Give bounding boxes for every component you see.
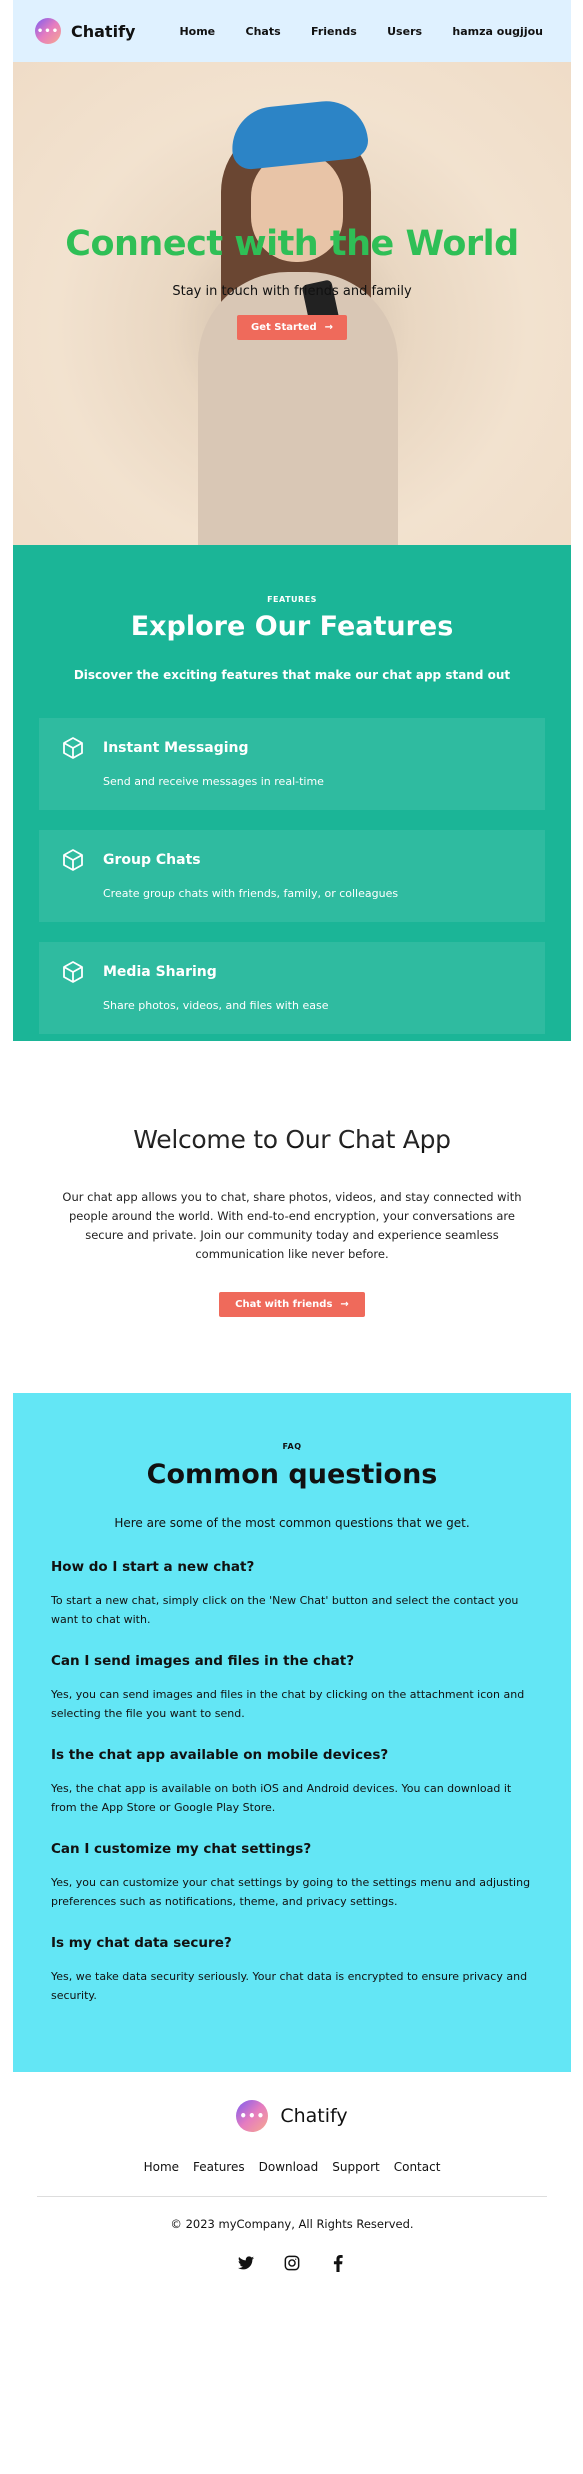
feature-desc: Send and receive messages in real-time [103, 775, 324, 788]
footer-link-download[interactable]: Download [259, 2160, 319, 2174]
features-lead: Discover the exciting features that make… [73, 668, 511, 682]
feature-card: Custom Emojis Express yourself with a wi… [39, 1054, 545, 1146]
brand-name: Chatify [71, 21, 136, 41]
footer-link-contact[interactable]: Contact [394, 2160, 441, 2174]
footer: ••• Chatify Home Features Download Suppo… [13, 2072, 571, 2295]
feature-desc: Express yourself with a wide range of cu… [103, 1111, 394, 1124]
chat-bubble-logo-icon: ••• [236, 2100, 269, 2132]
faq-item: Is the chat app available on mobile devi… [51, 1747, 533, 1817]
features-list: Instant Messaging Send and receive messa… [13, 718, 571, 1146]
faq-answer: To start a new chat, simply click on the… [51, 1594, 519, 1626]
instagram-icon[interactable] [284, 2255, 300, 2271]
nav-friends[interactable]: Friends [311, 25, 357, 38]
faq-section: FAQ Common questions Here are some of th… [13, 1393, 571, 2072]
faq-question: Can I customize my chat settings? [51, 1841, 312, 1857]
copyright: © 2023 myCompany, All Rights Reserved. [170, 2217, 414, 2231]
twitter-icon[interactable] [238, 2255, 254, 2271]
hero-subtitle: Stay in touch with friends and family [172, 284, 412, 299]
top-navbar: ••• Chatify Home Chats Friends Users ham… [13, 0, 571, 62]
feature-title: Media Sharing [103, 964, 217, 980]
footer-links: Home Features Download Support Contact [13, 2160, 571, 2174]
feature-card: Media Sharing Share photos, videos, and … [39, 942, 545, 1034]
faq-question: Can I send images and files in the chat? [51, 1653, 355, 1669]
chat-with-friends-label: Chat with friends [235, 1299, 333, 1310]
faq-item: Can I customize my chat settings? Yes, y… [51, 1841, 533, 1911]
feature-card: Group Chats Create group chats with frie… [39, 830, 545, 922]
get-started-label: Get Started [250, 322, 317, 333]
page: ••• Chatify Home Chats Friends Users ham… [0, 0, 583, 2295]
hero-content: Connect with the World Stay in touch wit… [13, 224, 571, 340]
features-title: Explore Our Features [130, 611, 454, 642]
faq-question: Is the chat app available on mobile devi… [51, 1747, 389, 1763]
footer-brand[interactable]: ••• Chatify [236, 2100, 348, 2132]
faq-answer: Yes, you can send images and files in th… [51, 1688, 525, 1720]
get-started-button[interactable]: Get Started → [236, 315, 348, 340]
feature-title: Custom Emojis [103, 1076, 220, 1092]
nav-home[interactable]: Home [179, 25, 215, 38]
welcome-body: Our chat app allows you to chat, share p… [62, 1190, 522, 1261]
faq-answer: Yes, the chat app is available on both i… [51, 1782, 512, 1814]
faq-eyebrow: FAQ [282, 1442, 302, 1451]
arrow-right-icon: → [340, 1299, 349, 1310]
faq-title: Common questions [146, 1459, 438, 1490]
arrow-right-icon: → [324, 322, 334, 333]
chat-with-friends-button[interactable]: Chat with friends → [219, 1292, 365, 1317]
faq-item: Is my chat data secure? Yes, we take dat… [51, 1935, 533, 2005]
hero-title: Connect with the World [65, 224, 519, 264]
social-links [13, 2254, 571, 2295]
brand[interactable]: ••• Chatify [35, 18, 135, 44]
faq-answer: Yes, we take data security seriously. Yo… [51, 1970, 528, 2002]
footer-link-support[interactable]: Support [332, 2160, 379, 2174]
footer-brand-name: Chatify [280, 2105, 348, 2127]
feature-title: Instant Messaging [103, 740, 249, 756]
footer-link-home[interactable]: Home [144, 2160, 179, 2174]
feature-title: Group Chats [103, 852, 201, 868]
faq-lead: Here are some of the most common questio… [114, 1516, 470, 1530]
nav-user-profile[interactable]: hamza ougjjou [452, 25, 543, 38]
cube-icon [63, 1073, 83, 1095]
footer-link-features[interactable]: Features [193, 2160, 245, 2174]
footer-divider [37, 2196, 547, 2197]
faq-question: Is my chat data secure? [51, 1935, 232, 1951]
facebook-icon[interactable] [330, 2254, 346, 2272]
features-eyebrow: FEATURES [267, 595, 317, 604]
feature-card: Instant Messaging Send and receive messa… [39, 718, 545, 810]
cube-icon [63, 737, 83, 759]
nav-users[interactable]: Users [387, 25, 422, 38]
page-frame: ••• Chatify Home Chats Friends Users ham… [13, 0, 571, 2295]
cube-icon [63, 961, 83, 983]
cube-icon [63, 849, 83, 871]
nav-chats[interactable]: Chats [246, 25, 281, 38]
feature-desc: Create group chats with friends, family,… [103, 887, 399, 900]
feature-desc: Share photos, videos, and files with eas… [103, 999, 329, 1012]
chat-bubble-logo-icon: ••• [35, 18, 61, 44]
features-section: FEATURES Explore Our Features Discover t… [13, 545, 571, 1146]
hero-section: Connect with the World Stay in touch wit… [13, 62, 571, 545]
faq-answer: Yes, you can customize your chat setting… [51, 1876, 531, 1908]
faq-item: Can I send images and files in the chat?… [51, 1653, 533, 1723]
faq-question: How do I start a new chat? [51, 1559, 255, 1575]
faq-item: How do I start a new chat? To start a ne… [51, 1559, 533, 1629]
main-nav: Home Chats Friends Users hamza ougjjou [179, 25, 549, 38]
